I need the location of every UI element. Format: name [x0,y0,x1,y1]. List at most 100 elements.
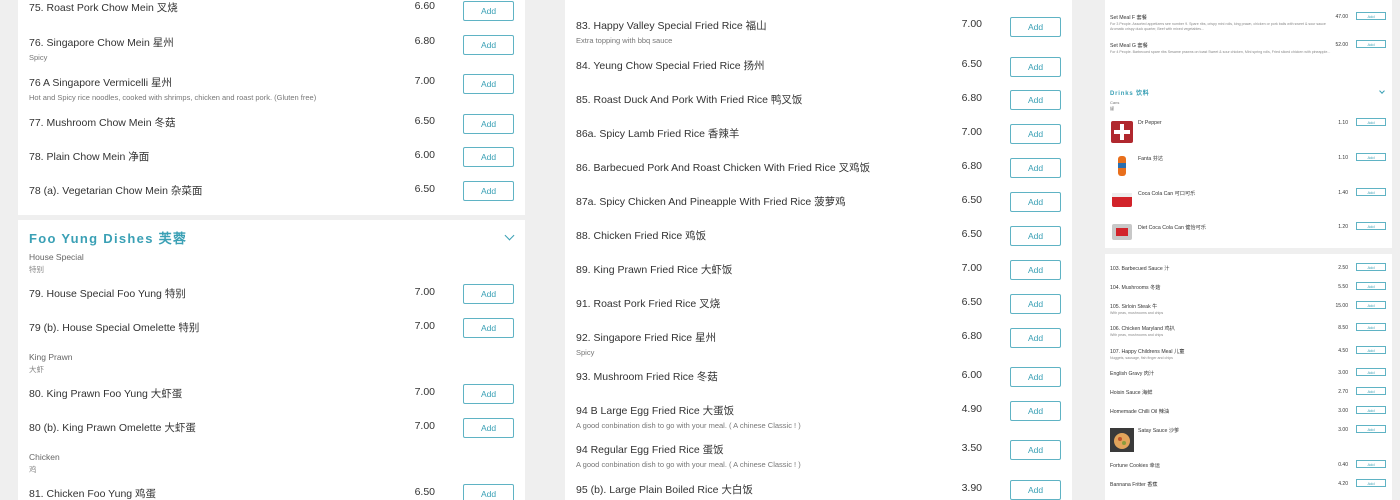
item-price: 3.90 [961,482,982,494]
add-button[interactable]: Add [1010,226,1061,246]
menu-item: 78 (a). Vegetarian Chow Mein 杂菜面 6.50 Ad… [29,181,514,201]
add-button[interactable]: Add [1356,425,1386,433]
drinks-section-title: Drinks 饮料 [1110,91,1150,97]
item-price: 52.00 [1335,42,1348,48]
add-button[interactable]: Add [1010,158,1061,178]
item-desc: Spicy [29,53,48,62]
menu-item: 77. Mushroom Chow Mein 冬菇 6.50 Add [29,114,514,134]
menu-item: Fortune Cookies 幸运 0.40 Add [1110,460,1386,469]
item-name: 92. Singapore Fried Rice 星州 [576,332,717,344]
menu-item: 79 (b). House Special Omelette 特别 7.00 A… [29,318,514,338]
add-button[interactable]: Add [1356,118,1386,126]
item-price: 6.50 [961,58,982,70]
menu-item: 94 B Large Egg Fried Rice 大蛋饭 A good con… [576,401,1061,430]
add-button[interactable]: Add [1356,222,1386,230]
add-button[interactable]: Add [1010,17,1061,37]
add-button[interactable]: Add [1356,153,1386,161]
item-name: 75. Roast Pork Chow Mein 叉烧 [29,2,178,14]
add-button[interactable]: Add [1356,368,1386,376]
add-button[interactable]: Add [1356,301,1386,309]
item-price: 3.00 [1338,370,1348,376]
item-desc: With peas, mushrooms and chips [1110,333,1164,337]
item-desc: For 4 People. Barbecued spare ribs Sesam… [1110,50,1331,54]
section-title: Foo Yung Dishes 芙蓉 [29,231,188,246]
category-sub: 特别 [29,265,44,274]
item-price: 2.50 [1338,265,1348,271]
add-button[interactable]: Add [463,181,514,201]
add-button[interactable]: Add [463,1,514,21]
chevron-down-icon[interactable] [504,230,515,241]
add-button[interactable]: Add [1356,282,1386,290]
menu-item: 94 Regular Egg Fried Rice 蛋饭 A good conb… [576,440,1061,469]
add-button[interactable]: Add [1010,480,1061,500]
add-button[interactable]: Add [463,418,514,438]
add-button[interactable]: Add [463,284,514,304]
item-name: 86a. Spicy Lamb Fried Rice 香辣羊 [576,128,740,140]
menu-item: Hoisin Sauce 海鲜 2.70 Add [1110,387,1386,396]
menu-item: 86. Barbecued Pork And Roast Chicken Wit… [576,158,1061,178]
add-button[interactable]: Add [1356,323,1386,331]
add-button[interactable]: Add [1010,294,1061,314]
item-name: Satay Sauce 沙爹 [1138,428,1180,434]
item-price: 6.00 [414,149,435,161]
add-button[interactable]: Add [463,147,514,167]
add-button[interactable]: Add [1356,460,1386,468]
add-button[interactable]: Add [1356,479,1386,487]
item-desc: Nuggets, sausage, fish finger and chips [1110,356,1173,360]
category-label: Cans [1110,100,1120,105]
item-name: 93. Mushroom Fried Rice 冬菇 [576,371,718,383]
item-price: 7.00 [414,320,435,332]
item-price: 15.00 [1335,303,1348,309]
menu-item: 93. Mushroom Fried Rice 冬菇 6.00 Add [576,367,1061,387]
chevron-down-icon[interactable] [1379,88,1385,94]
add-button[interactable]: Add [1356,387,1386,395]
add-button[interactable]: Add [1010,401,1061,421]
menu-item: 87a. Spicy Chicken And Pineapple With Fr… [576,192,1061,212]
add-button[interactable]: Add [1010,260,1061,280]
add-button[interactable]: Add [463,318,514,338]
drink-image [1110,187,1134,211]
add-button[interactable]: Add [1010,192,1061,212]
item-price: 0.40 [1338,462,1348,468]
add-button[interactable]: Add [463,384,514,404]
item-price: 6.50 [414,183,435,195]
item-desc: Hot and Spicy rice noodles, cooked with … [29,93,317,102]
item-price: 6.80 [961,92,982,104]
add-button[interactable]: Add [1010,124,1061,144]
item-name: 77. Mushroom Chow Mein 冬菇 [29,117,176,129]
add-button[interactable]: Add [463,74,514,94]
item-price: 6.50 [414,486,435,498]
item-desc: Extra topping with bbq sauce [576,36,673,45]
menu-item: Set Meal G 套餐 For 4 People. Barbecued sp… [1110,40,1386,60]
item-price: 6.00 [961,369,982,381]
food-image [1110,428,1134,452]
add-button[interactable]: Add [1356,263,1386,271]
item-price: 1.40 [1338,190,1348,196]
add-button[interactable]: Add [463,484,514,500]
add-button[interactable]: Add [463,114,514,134]
item-name: Coca Cola Can 可口可乐 [1138,191,1196,197]
add-button[interactable]: Add [1010,367,1061,387]
item-name: 83. Happy Valley Special Fried Rice 福山 [576,20,767,32]
add-button[interactable]: Add [1010,328,1061,348]
category-sub: 大虾 [29,365,44,374]
item-name: 91. Roast Pork Fried Rice 叉烧 [576,298,721,310]
add-button[interactable]: Add [1010,57,1061,77]
category-label: House Special [29,252,84,262]
menu-item: English Gravy 肉汁 3.00 Add [1110,368,1386,377]
add-button[interactable]: Add [1356,12,1386,20]
menu-item: Coca Cola Can 可口可乐 1.40 Add [1138,188,1386,197]
menu-item: 95 (b). Large Plain Boiled Rice 大白饭 3.90… [576,480,1061,500]
add-button[interactable]: Add [1010,90,1061,110]
item-price: 8.50 [1338,325,1348,331]
add-button[interactable]: Add [1010,440,1061,460]
item-price: 1.20 [1338,224,1348,230]
add-button[interactable]: Add [1356,188,1386,196]
menu-item: 84. Yeung Chow Special Fried Rice 扬州 6.5… [576,57,1061,77]
add-button[interactable]: Add [1356,40,1386,48]
add-button[interactable]: Add [463,35,514,55]
add-button[interactable]: Add [1356,406,1386,414]
menu-item: 76. Singapore Chow Mein 星州 Spicy 6.80 Ad… [29,35,514,62]
add-button[interactable]: Add [1356,346,1386,354]
item-price: 6.50 [961,228,982,240]
